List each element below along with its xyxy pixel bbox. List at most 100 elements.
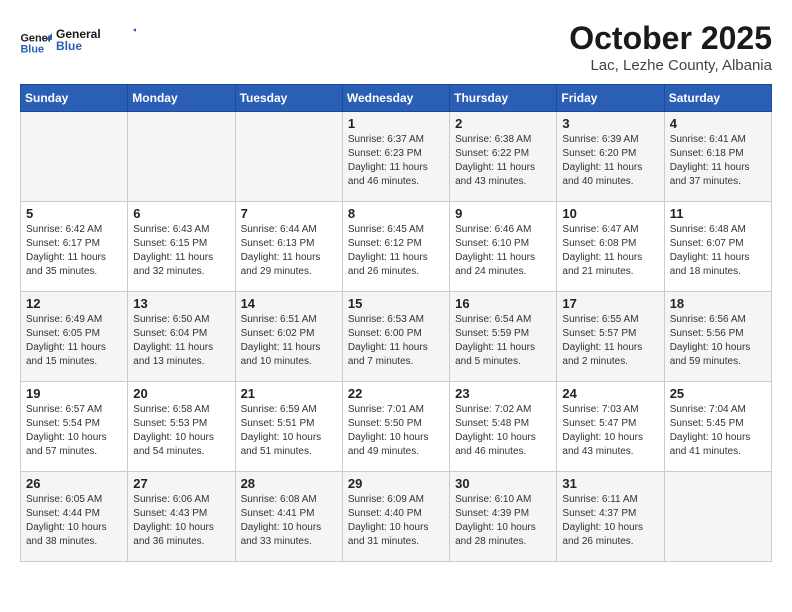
day-number: 3 [562,116,658,131]
day-number: 21 [241,386,337,401]
day-info: Sunrise: 6:08 AMSunset: 4:41 PMDaylight:… [241,493,337,549]
day-info: Sunrise: 6:49 AMSunset: 6:05 PMDaylight:… [26,313,122,369]
day-number: 16 [455,296,551,311]
day-info: Sunrise: 6:42 AMSunset: 6:17 PMDaylight:… [26,223,122,279]
calendar-cell: 3 Sunrise: 6:39 AMSunset: 6:20 PMDaylight… [557,112,664,202]
day-number: 27 [133,476,229,491]
day-info: Sunrise: 6:56 AMSunset: 5:56 PMDaylight:… [670,313,766,369]
day-info: Sunrise: 6:55 AMSunset: 5:57 PMDaylight:… [562,313,658,369]
day-number: 15 [348,296,444,311]
calendar-cell: 5 Sunrise: 6:42 AMSunset: 6:17 PMDaylight… [21,202,128,292]
calendar-cell: 23Sunrise: 7:02 AMSunset: 5:48 PMDayligh… [450,382,557,472]
day-number: 5 [26,206,122,221]
day-info: Sunrise: 6:39 AMSunset: 6:20 PMDaylight:… [562,133,658,189]
calendar-cell: 15Sunrise: 6:53 AMSunset: 6:00 PMDayligh… [342,292,449,382]
calendar-cell: 19 Sunrise: 6:57 AMSunset: 5:54 PMDayligh… [21,382,128,472]
day-info: Sunrise: 6:11 AMSunset: 4:37 PMDaylight:… [562,493,658,549]
page-header: General Blue General Blue October 2025 L… [20,20,772,74]
day-number: 7 [241,206,337,221]
calendar-cell: 25 Sunrise: 7:04 AMSunset: 5:45 PMDayligh… [664,382,771,472]
day-info: Sunrise: 6:46 AMSunset: 6:10 PMDaylight:… [455,223,551,279]
weekday-header-thursday: Thursday [450,85,557,112]
day-number: 22 [348,386,444,401]
day-info: Sunrise: 6:48 AMSunset: 6:07 PMDaylight:… [670,223,766,279]
day-info: Sunrise: 6:06 AMSunset: 4:43 PMDaylight:… [133,493,229,549]
day-number: 31 [562,476,658,491]
calendar-cell: 1Sunrise: 6:37 AMSunset: 6:23 PMDaylight… [342,112,449,202]
calendar-cell: 12 Sunrise: 6:49 AMSunset: 6:05 PMDayligh… [21,292,128,382]
logo: General Blue General Blue [20,20,136,65]
day-number: 19 [26,386,122,401]
weekday-header-wednesday: Wednesday [342,85,449,112]
weekday-header-saturday: Saturday [664,85,771,112]
week-row-1: 1Sunrise: 6:37 AMSunset: 6:23 PMDaylight… [21,112,772,202]
calendar-cell: 8Sunrise: 6:45 AMSunset: 6:12 PMDaylight… [342,202,449,292]
day-number: 26 [26,476,122,491]
calendar-cell: 13 Sunrise: 6:50 AMSunset: 6:04 PMDayligh… [128,292,235,382]
calendar-cell: 9Sunrise: 6:46 AMSunset: 6:10 PMDaylight… [450,202,557,292]
day-info: Sunrise: 7:01 AMSunset: 5:50 PMDaylight:… [348,403,444,459]
calendar-cell [235,112,342,202]
calendar-table: SundayMondayTuesdayWednesdayThursdayFrid… [20,84,772,562]
day-number: 13 [133,296,229,311]
day-number: 18 [670,296,766,311]
day-info: Sunrise: 6:54 AMSunset: 5:59 PMDaylight:… [455,313,551,369]
day-info: Sunrise: 6:47 AMSunset: 6:08 PMDaylight:… [562,223,658,279]
week-row-4: 19 Sunrise: 6:57 AMSunset: 5:54 PMDayligh… [21,382,772,472]
day-info: Sunrise: 6:38 AMSunset: 6:22 PMDaylight:… [455,133,551,189]
day-number: 12 [26,296,122,311]
calendar-cell: 14 Sunrise: 6:51 AMSunset: 6:02 PMDayligh… [235,292,342,382]
day-info: Sunrise: 7:04 AMSunset: 5:45 PMDaylight:… [670,403,766,459]
calendar-cell: 28 Sunrise: 6:08 AMSunset: 4:41 PMDayligh… [235,472,342,562]
calendar-cell: 27 Sunrise: 6:06 AMSunset: 4:43 PMDayligh… [128,472,235,562]
week-row-2: 5 Sunrise: 6:42 AMSunset: 6:17 PMDaylight… [21,202,772,292]
weekday-header-tuesday: Tuesday [235,85,342,112]
calendar-cell: 31 Sunrise: 6:11 AMSunset: 4:37 PMDayligh… [557,472,664,562]
calendar-cell: 22 Sunrise: 7:01 AMSunset: 5:50 PMDayligh… [342,382,449,472]
calendar-cell [664,472,771,562]
calendar-cell: 11 Sunrise: 6:48 AMSunset: 6:07 PMDayligh… [664,202,771,292]
day-number: 24 [562,386,658,401]
day-number: 20 [133,386,229,401]
calendar-cell: 4 Sunrise: 6:41 AMSunset: 6:18 PMDaylight… [664,112,771,202]
calendar-cell: 21 Sunrise: 6:59 AMSunset: 5:51 PMDayligh… [235,382,342,472]
day-number: 23 [455,386,551,401]
calendar-cell: 7 Sunrise: 6:44 AMSunset: 6:13 PMDaylight… [235,202,342,292]
month-title: October 2025 [569,20,772,57]
calendar-cell [128,112,235,202]
day-info: Sunrise: 6:05 AMSunset: 4:44 PMDaylight:… [26,493,122,549]
day-info: Sunrise: 6:37 AMSunset: 6:23 PMDaylight:… [348,133,444,189]
day-info: Sunrise: 6:44 AMSunset: 6:13 PMDaylight:… [241,223,337,279]
day-info: Sunrise: 6:09 AMSunset: 4:40 PMDaylight:… [348,493,444,549]
calendar-cell: 29 Sunrise: 6:09 AMSunset: 4:40 PMDayligh… [342,472,449,562]
weekday-header-row: SundayMondayTuesdayWednesdayThursdayFrid… [21,85,772,112]
calendar-cell: 30 Sunrise: 6:10 AMSunset: 4:39 PMDayligh… [450,472,557,562]
day-number: 14 [241,296,337,311]
calendar-cell [21,112,128,202]
day-number: 30 [455,476,551,491]
day-info: Sunrise: 6:58 AMSunset: 5:53 PMDaylight:… [133,403,229,459]
week-row-3: 12 Sunrise: 6:49 AMSunset: 6:05 PMDayligh… [21,292,772,382]
day-info: Sunrise: 6:10 AMSunset: 4:39 PMDaylight:… [455,493,551,549]
day-info: Sunrise: 6:43 AMSunset: 6:15 PMDaylight:… [133,223,229,279]
day-info: Sunrise: 6:50 AMSunset: 6:04 PMDaylight:… [133,313,229,369]
calendar-cell: 20 Sunrise: 6:58 AMSunset: 5:53 PMDayligh… [128,382,235,472]
day-info: Sunrise: 6:57 AMSunset: 5:54 PMDaylight:… [26,403,122,459]
day-info: Sunrise: 6:41 AMSunset: 6:18 PMDaylight:… [670,133,766,189]
logo-icon: General Blue [20,29,52,57]
svg-text:Blue: Blue [56,39,82,53]
week-row-5: 26 Sunrise: 6:05 AMSunset: 4:44 PMDayligh… [21,472,772,562]
day-number: 17 [562,296,658,311]
day-number: 25 [670,386,766,401]
day-number: 29 [348,476,444,491]
day-number: 11 [670,206,766,221]
day-number: 28 [241,476,337,491]
day-info: Sunrise: 6:59 AMSunset: 5:51 PMDaylight:… [241,403,337,459]
day-number: 4 [670,116,766,131]
weekday-header-sunday: Sunday [21,85,128,112]
calendar-cell: 6Sunrise: 6:43 AMSunset: 6:15 PMDaylight… [128,202,235,292]
calendar-cell: 2Sunrise: 6:38 AMSunset: 6:22 PMDaylight… [450,112,557,202]
day-info: Sunrise: 6:51 AMSunset: 6:02 PMDaylight:… [241,313,337,369]
calendar-cell: 18 Sunrise: 6:56 AMSunset: 5:56 PMDayligh… [664,292,771,382]
calendar-cell: 24Sunrise: 7:03 AMSunset: 5:47 PMDayligh… [557,382,664,472]
